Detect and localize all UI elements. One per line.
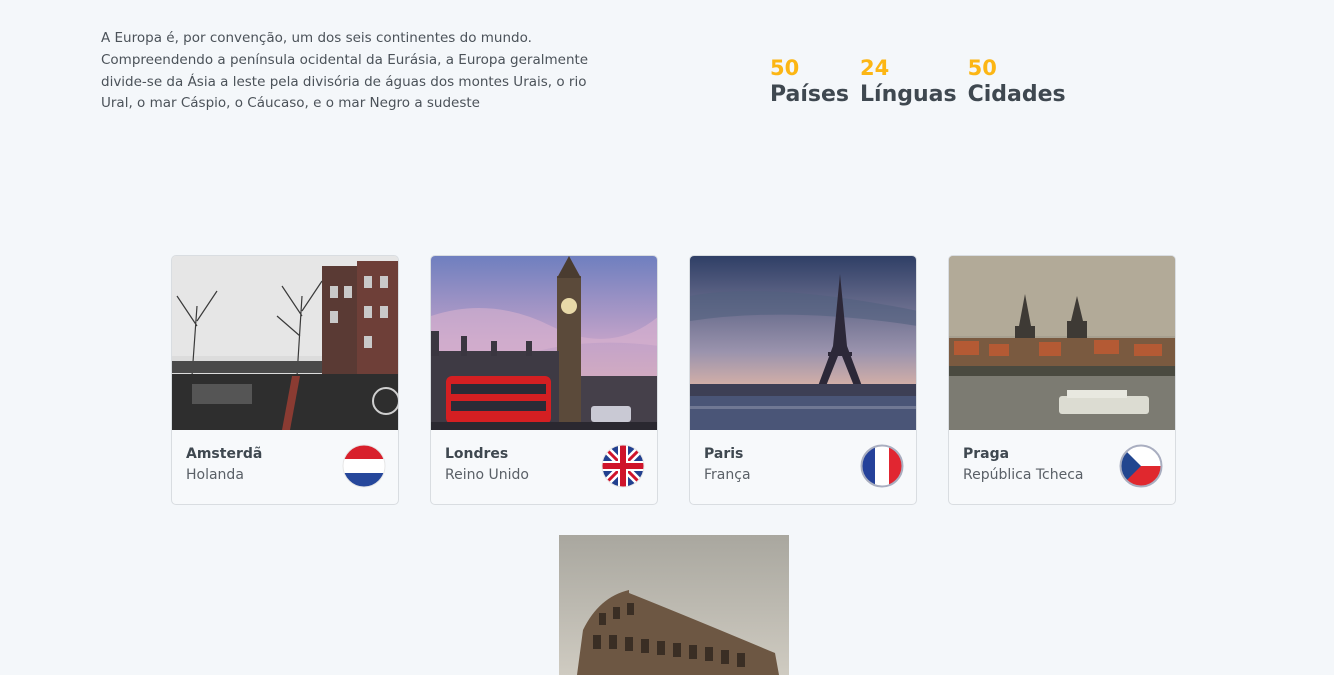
city-card-prague[interactable]: Praga República Tcheca <box>948 255 1176 505</box>
france-flag-icon <box>860 444 904 488</box>
card-city-name: Amsterdã <box>186 446 263 462</box>
netherlands-flag-icon <box>342 444 386 488</box>
stat-label: Línguas <box>860 82 957 107</box>
city-card-rome[interactable] <box>559 535 789 675</box>
card-country-name: França <box>704 467 751 483</box>
stat-value: 50 <box>967 56 997 80</box>
intro-text: A Europa é, por convenção, um dos seis c… <box>101 30 589 112</box>
stat-languages: 24 Línguas <box>860 56 957 110</box>
stat-value: 24 <box>860 56 890 80</box>
city-card-london[interactable]: Londres Reino Unido <box>430 255 658 505</box>
card-country-name: Holanda <box>186 467 244 483</box>
uk-flag-icon <box>601 444 645 488</box>
card-country-name: República Tcheca <box>963 467 1084 483</box>
stat-value: 50 <box>770 56 800 80</box>
card-city-name: Londres <box>445 446 509 462</box>
stat-label: Países <box>770 82 850 107</box>
city-card-paris[interactable]: Paris França <box>689 255 917 505</box>
stat-countries: 50 Países <box>770 56 849 110</box>
city-card-amsterdam[interactable]: Amsterdã Holanda <box>171 255 399 505</box>
card-country-name: Reino Unido <box>445 467 529 483</box>
amsterdam-canal-photo <box>172 256 398 430</box>
paris-eiffel-tower-photo <box>690 256 916 430</box>
card-city-name: Paris <box>704 446 744 462</box>
rome-colosseum-photo <box>559 535 789 675</box>
stats-block: 50 Países 24 Línguas 50 Cidades <box>770 56 1066 110</box>
london-big-ben-photo <box>431 256 657 430</box>
czech-flag-icon <box>1119 444 1163 488</box>
card-city-name: Praga <box>963 446 1010 462</box>
prague-old-town-photo <box>949 256 1175 430</box>
stat-cities: 50 Cidades <box>968 56 1066 110</box>
stat-label: Cidades <box>967 82 1066 107</box>
